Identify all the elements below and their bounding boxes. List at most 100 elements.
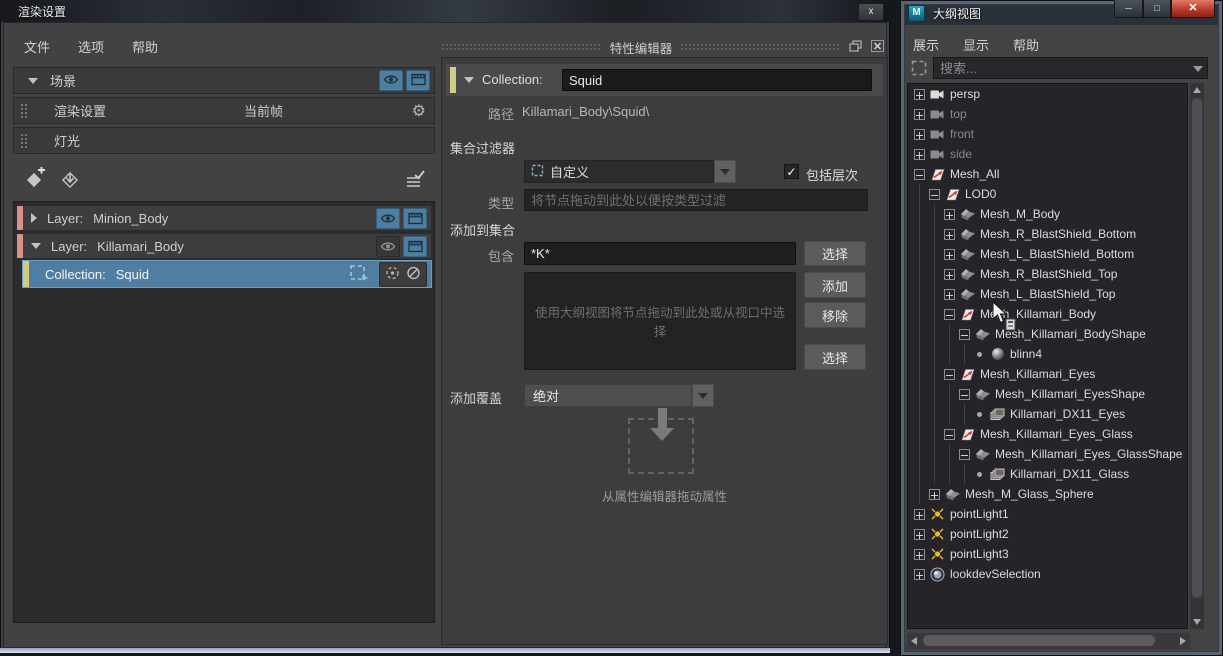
- isolate-select-icon[interactable]: [348, 263, 370, 286]
- chevron-down-icon[interactable]: [31, 243, 41, 249]
- tree-item-side[interactable]: side: [908, 144, 1187, 164]
- expand-icon[interactable]: [944, 208, 955, 220]
- gear-icon[interactable]: ⚙: [412, 101, 426, 121]
- expand-icon[interactable]: [914, 528, 925, 540]
- vertical-scroll-thumb[interactable]: [1191, 97, 1203, 599]
- search-input[interactable]: [933, 57, 1208, 79]
- expand-icon[interactable]: [914, 88, 925, 100]
- tree-item-pointLight3[interactable]: pointLight3: [908, 544, 1187, 564]
- scene-row[interactable]: 场景: [13, 67, 435, 94]
- collection-row[interactable]: Collection: Squid: [22, 260, 432, 288]
- render-setup-menu-item-1[interactable]: 选项: [78, 37, 104, 56]
- tree-item-persp[interactable]: persp: [908, 84, 1187, 104]
- collapse-icon[interactable]: [929, 188, 940, 200]
- horizontal-scrollbar[interactable]: [907, 633, 1190, 649]
- checklist-icon[interactable]: [403, 167, 427, 194]
- collapse-icon[interactable]: [959, 328, 970, 340]
- tree-item-Mesh_Killamari_BodyShape[interactable]: Mesh_Killamari_BodyShape: [908, 324, 1187, 344]
- outliner-menu-item-1[interactable]: 显示: [963, 35, 989, 54]
- collapse-icon[interactable]: [944, 428, 955, 440]
- tree-item-pointLight1[interactable]: pointLight1: [908, 504, 1187, 524]
- import-layer-icon[interactable]: [59, 167, 83, 194]
- expand-icon[interactable]: [944, 288, 955, 300]
- tree-item-Mesh_L_BlastShield_Top[interactable]: Mesh_L_BlastShield_Top: [908, 284, 1187, 304]
- maximize-icon[interactable]: □: [1143, 0, 1171, 18]
- select-top-button[interactable]: 选择: [804, 241, 866, 266]
- tree-item-Killamari_DX11_Glass[interactable]: Killamari_DX11_Glass: [908, 464, 1187, 484]
- drag-grip-icon[interactable]: [441, 43, 602, 51]
- nodes-drop-area[interactable]: 使用大纲视图将节点拖动到此处或从视口中选择: [524, 272, 796, 370]
- no-sign-icon[interactable]: [405, 265, 422, 284]
- drag-grip-icon[interactable]: [20, 132, 28, 149]
- tree-item-Mesh_Killamari_Eyes_Glass[interactable]: Mesh_Killamari_Eyes_Glass: [908, 424, 1187, 444]
- include-pattern-input[interactable]: [524, 242, 796, 265]
- select-filter-icon[interactable]: [910, 59, 928, 80]
- renderable-toggle[interactable]: [406, 70, 430, 91]
- scroll-up-icon[interactable]: [1193, 87, 1201, 93]
- collapse-icon[interactable]: [959, 388, 970, 400]
- chevron-down-icon[interactable]: [28, 77, 38, 84]
- layer-row[interactable]: Layer: Minion_Body: [16, 205, 432, 231]
- visibility-toggle[interactable]: [379, 70, 403, 91]
- tree-item-front[interactable]: front: [908, 124, 1187, 144]
- drag-grip-icon[interactable]: [20, 102, 28, 119]
- minimize-icon[interactable]: ─: [1114, 0, 1143, 18]
- tree-item-top[interactable]: top: [908, 104, 1187, 124]
- tree-item-Mesh_Killamari_EyesShape[interactable]: Mesh_Killamari_EyesShape: [908, 384, 1187, 404]
- tree-item-Mesh_R_BlastShield_Top[interactable]: Mesh_R_BlastShield_Top: [908, 264, 1187, 284]
- eye-icon[interactable]: [376, 207, 400, 229]
- outliner-menu-item-2[interactable]: 帮助: [1013, 35, 1039, 54]
- expand-icon[interactable]: [914, 128, 925, 140]
- scroll-right-icon[interactable]: [1180, 637, 1186, 645]
- collapse-icon[interactable]: [944, 368, 955, 380]
- collection-name-input[interactable]: [562, 69, 872, 91]
- render-setup-menu-item-0[interactable]: 文件: [24, 37, 50, 56]
- dashed-circle-icon[interactable]: [384, 265, 401, 284]
- expand-icon[interactable]: [914, 508, 925, 520]
- tree-item-Mesh_Killamari_Eyes[interactable]: Mesh_Killamari_Eyes: [908, 364, 1187, 384]
- expand-icon[interactable]: [944, 268, 955, 280]
- tree-item-pointLight2[interactable]: pointLight2: [908, 524, 1187, 544]
- chevron-down-icon[interactable]: [464, 77, 474, 83]
- filter-dropdown-arrow[interactable]: [714, 160, 736, 183]
- override-dropdown-arrow[interactable]: [692, 384, 714, 407]
- expand-icon[interactable]: [914, 148, 925, 160]
- close-icon[interactable]: x: [858, 3, 884, 21]
- scroll-left-icon[interactable]: [911, 637, 917, 645]
- close-icon[interactable]: [871, 39, 885, 55]
- remove-button[interactable]: 移除: [804, 302, 866, 328]
- expand-icon[interactable]: [929, 488, 940, 500]
- clapperboard-icon[interactable]: [403, 207, 427, 229]
- tree-item-blinn4[interactable]: blinn4: [908, 344, 1187, 364]
- close-icon[interactable]: ✕: [1171, 0, 1215, 18]
- vertical-scrollbar[interactable]: [1190, 83, 1204, 629]
- select-bottom-button[interactable]: 选择: [804, 344, 866, 370]
- render-setup-menu-item-2[interactable]: 帮助: [132, 37, 158, 56]
- attribute-drop-zone[interactable]: [628, 408, 694, 474]
- collapse-icon[interactable]: [944, 308, 955, 320]
- expand-icon[interactable]: [944, 228, 955, 240]
- horizontal-scroll-thumb[interactable]: [922, 634, 1156, 647]
- expand-icon[interactable]: [914, 548, 925, 560]
- float-pane-icon[interactable]: [849, 40, 863, 55]
- drag-grip-icon[interactable]: [680, 43, 842, 51]
- layer-row[interactable]: Layer: Killamari_Body: [16, 233, 432, 259]
- tree-item-Mesh_M_Body[interactable]: Mesh_M_Body: [908, 204, 1187, 224]
- override-dropdown[interactable]: 绝对: [524, 384, 692, 407]
- outliner-menu-item-0[interactable]: 展示: [913, 35, 939, 54]
- expand-icon[interactable]: [914, 568, 925, 580]
- tree-item-lookdevSelection[interactable]: lookdevSelection: [908, 564, 1187, 584]
- eye-icon[interactable]: [376, 235, 400, 257]
- expand-icon[interactable]: [914, 108, 925, 120]
- search-dropdown-arrow[interactable]: [1193, 66, 1203, 72]
- include-hierarchy-checkbox[interactable]: ✓: [784, 164, 799, 179]
- render-settings-row[interactable]: 渲染设置 当前帧 ⚙: [13, 97, 435, 124]
- tree-item-LOD0[interactable]: LOD0: [908, 184, 1187, 204]
- expand-icon[interactable]: [944, 248, 955, 260]
- chevron-right-icon[interactable]: [31, 213, 37, 223]
- tree-item-Mesh_All[interactable]: Mesh_All: [908, 164, 1187, 184]
- tree-item-Killamari_DX11_Eyes[interactable]: Killamari_DX11_Eyes: [908, 404, 1187, 424]
- tree-item-Mesh_M_Glass_Sphere[interactable]: Mesh_M_Glass_Sphere: [908, 484, 1187, 504]
- lights-row[interactable]: 灯光: [13, 127, 435, 154]
- tree-item-Mesh_R_BlastShield_Bottom[interactable]: Mesh_R_BlastShield_Bottom: [908, 224, 1187, 244]
